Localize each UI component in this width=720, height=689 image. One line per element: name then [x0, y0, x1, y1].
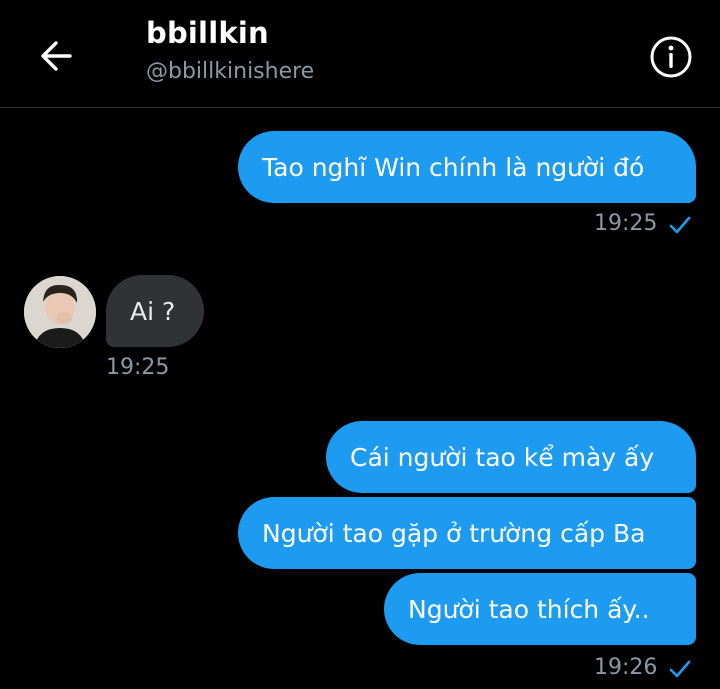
- info-circle-icon: [650, 36, 692, 78]
- message-bubble-sent[interactable]: Người tao thích ấy..: [384, 573, 696, 645]
- message-text: Ai ?: [130, 296, 176, 326]
- message-meta: 19:26: [594, 652, 693, 682]
- message-meta: 19:25: [106, 355, 169, 380]
- message-timestamp: 19:25: [106, 355, 170, 380]
- message-text: Người tao gặp ở trường cấp Ba: [262, 518, 646, 548]
- message-text: Tao nghĩ Win chính là người đó: [262, 152, 645, 182]
- back-button[interactable]: [30, 30, 82, 82]
- message-bubble-sent[interactable]: Tao nghĩ Win chính là người đó: [238, 131, 696, 203]
- avatar[interactable]: [24, 276, 96, 348]
- message-bubble-sent[interactable]: Người tao gặp ở trường cấp Ba: [238, 497, 696, 569]
- message-bubble-sent[interactable]: Cái người tao kể mày ấy: [326, 421, 696, 493]
- checkmark-icon: [670, 660, 691, 678]
- conversation-title[interactable]: bbillkin: [146, 16, 269, 50]
- avatar-image: [24, 276, 96, 348]
- message-timestamp: 19:26: [594, 654, 658, 680]
- info-button[interactable]: [648, 34, 694, 80]
- message-text: Người tao thích ấy..: [408, 594, 650, 624]
- arrow-left-icon: [41, 41, 72, 71]
- conversation-header: bbillkin @bbillkinishere: [0, 0, 720, 108]
- message-bubble-received[interactable]: Ai ?: [106, 275, 204, 347]
- checkmark-icon: [670, 216, 691, 234]
- message-text: Cái người tao kể mày ấy: [350, 442, 655, 472]
- conversation-handle: @bbillkinishere: [146, 59, 315, 84]
- message-timestamp: 19:25: [594, 210, 658, 236]
- message-meta: 19:25: [594, 208, 693, 238]
